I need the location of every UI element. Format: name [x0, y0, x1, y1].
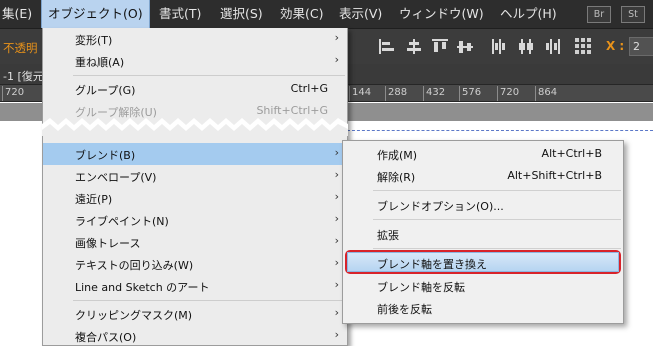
- document-tab-label: -1 [復元: [3, 70, 44, 83]
- distribute-right-icon[interactable]: [544, 39, 560, 54]
- submenu-item-release[interactable]: 解除(R) Alt+Shift+Ctrl+B: [343, 165, 623, 187]
- menu-separator: [73, 300, 345, 301]
- chevron-right-icon: ›: [334, 278, 339, 291]
- object-menu-dropdown: 変形(T) › 重ね順(A) › グループ(G) Ctrl+G グループ解除(U…: [42, 28, 348, 346]
- ruler-label: 144: [352, 87, 372, 98]
- ruler-label: 576: [462, 87, 482, 98]
- chevron-right-icon: ›: [334, 306, 339, 319]
- x-coordinate-label: X :: [606, 39, 625, 53]
- ruler-label: 288: [388, 87, 408, 98]
- menu-separator: [373, 219, 621, 220]
- chevron-right-icon: ›: [334, 234, 339, 247]
- menu-item-text-wrap[interactable]: テキストの回り込み(W) ›: [43, 253, 347, 275]
- menu-item-compound-path[interactable]: 複合パス(O) ›: [43, 325, 347, 345]
- menu-edit[interactable]: 集(E): [2, 0, 32, 28]
- submenu-item-blend-options[interactable]: ブレンドオプション(O)...: [343, 194, 623, 216]
- align-center-icon[interactable]: [406, 39, 422, 54]
- menu-separator: [373, 248, 621, 249]
- ruler-label: 720: [500, 87, 520, 98]
- submenu-item-replace-spine[interactable]: ブレンド軸を置き換え: [347, 252, 619, 272]
- ruler-label: 864: [538, 87, 558, 98]
- submenu-item-reverse-front-to-back[interactable]: 前後を反転: [343, 297, 623, 319]
- stock-icon[interactable]: St: [621, 6, 645, 23]
- menu-item-line-sketch-art[interactable]: Line and Sketch のアート ›: [43, 275, 347, 297]
- menu-effect[interactable]: 効果(C): [280, 0, 323, 28]
- menu-object[interactable]: オブジェクト(O): [41, 0, 150, 28]
- menu-item-image-trace[interactable]: 画像トレース ›: [43, 231, 347, 253]
- menu-item-live-paint[interactable]: ライブペイント(N) ›: [43, 209, 347, 231]
- menu-item-transform[interactable]: 変形(T) ›: [43, 28, 347, 50]
- menu-type[interactable]: 書式(T): [159, 0, 201, 28]
- shortcut-label: Ctrl+G: [290, 82, 328, 95]
- bridge-icon[interactable]: Br: [587, 6, 611, 23]
- distribute-center-icon[interactable]: [518, 39, 534, 54]
- menu-window[interactable]: ウィンドウ(W): [399, 0, 484, 28]
- menu-item-arrange[interactable]: 重ね順(A) ›: [43, 50, 347, 72]
- submenu-item-expand[interactable]: 拡張: [343, 223, 623, 245]
- shortcut-label: Alt+Ctrl+B: [541, 147, 602, 160]
- chevron-right-icon: ›: [334, 53, 339, 66]
- menu-item-blend[interactable]: ブレンド(B) ›: [43, 143, 347, 165]
- torn-edge: [42, 118, 348, 136]
- menu-separator: [73, 75, 345, 76]
- submenu-item-reverse-spine[interactable]: ブレンド軸を反転: [343, 275, 623, 297]
- menu-item-clipping-mask[interactable]: クリッピングマスク(M) ›: [43, 303, 347, 325]
- menu-view[interactable]: 表示(V): [339, 0, 382, 28]
- shortcut-label: Shift+Ctrl+G: [256, 104, 328, 117]
- transform-grid-icon[interactable]: [575, 38, 592, 55]
- menu-bar: 集(E) オブジェクト(O) 書式(T) 選択(S) 効果(C) 表示(V) ウ…: [0, 0, 653, 28]
- align-middle-icon[interactable]: [457, 39, 473, 54]
- opacity-label[interactable]: 不透明: [3, 40, 38, 56]
- chevron-right-icon: ›: [334, 190, 339, 203]
- menu-item-group[interactable]: グループ(G) Ctrl+G: [43, 78, 347, 100]
- distribute-left-icon[interactable]: [492, 39, 508, 54]
- shortcut-label: Alt+Shift+Ctrl+B: [507, 169, 602, 182]
- menu-help[interactable]: ヘルプ(H): [500, 0, 557, 28]
- menu-item-perspective[interactable]: 遠近(P) ›: [43, 187, 347, 209]
- blend-submenu: 作成(M) Alt+Ctrl+B 解除(R) Alt+Shift+Ctrl+B …: [342, 140, 624, 324]
- ruler-label: 432: [426, 87, 446, 98]
- align-top-icon[interactable]: [432, 39, 448, 54]
- chevron-right-icon: ›: [334, 146, 339, 159]
- submenu-item-make[interactable]: 作成(M) Alt+Ctrl+B: [343, 143, 623, 165]
- chevron-right-icon: ›: [334, 31, 339, 44]
- align-left-icon[interactable]: [379, 39, 395, 54]
- chevron-right-icon: ›: [334, 168, 339, 181]
- chevron-right-icon: ›: [334, 256, 339, 269]
- menu-item-envelope[interactable]: エンベロープ(V) ›: [43, 165, 347, 187]
- chevron-right-icon: ›: [334, 328, 339, 341]
- chevron-right-icon: ›: [334, 212, 339, 225]
- menu-select[interactable]: 選択(S): [220, 0, 263, 28]
- selection-guide: [347, 130, 653, 131]
- x-coordinate-field[interactable]: 2: [629, 37, 653, 56]
- ruler-label: 720: [5, 87, 25, 98]
- menu-separator: [373, 190, 621, 191]
